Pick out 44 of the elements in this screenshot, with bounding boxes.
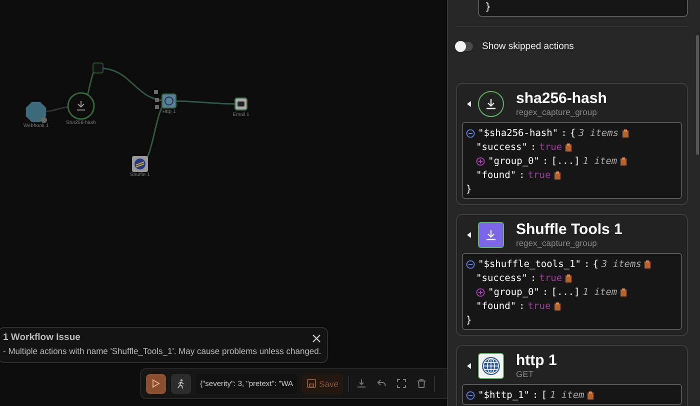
json-key: "success" [476,272,528,284]
json-colon: : [519,300,525,312]
json-value: true [528,300,551,312]
action-subtitle: GET [516,369,534,379]
action-subtitle: regex_capture_group [516,107,598,117]
json-colon: : [584,258,590,270]
issue-message: - Multiple actions with name 'Shuffle_Tools_1'. May cause problems unless changed. [3,346,322,357]
json-bracket: { [592,258,598,270]
item-count: 1 item [582,286,618,298]
item-count: 1 item [582,156,618,166]
json-value: true [528,170,551,180]
json-key: "$shuffle_tools_1" [478,258,581,270]
json-bracket: } [466,184,472,194]
json-colon: : [542,286,548,298]
json-bracket: { [570,128,576,138]
json-bracket: [...] [551,156,580,166]
toggle-label: Show skipped actions [482,41,574,52]
json-colon: : [530,142,536,152]
action-subtitle: regex_capture_group [516,238,598,248]
json-key: "found" [476,170,516,180]
json-value: true [539,142,562,152]
json-key: "found" [476,300,516,312]
action-title: Shuffle Tools 1 [516,221,622,238]
json-bracket: [...] [551,286,580,298]
json-bracket: } [466,314,472,326]
json-key: "group_0" [488,286,540,298]
json-colon: : [530,272,536,284]
json-key: "$http_1" [478,390,530,400]
json-colon: : [542,156,548,166]
json-key: "$sha256-hash" [478,128,558,138]
action-title: http 1 [516,352,557,369]
issue-title: 1 Workflow Issue [3,332,80,344]
json-key: "group_0" [488,156,540,166]
json-key: "success" [476,142,528,152]
json-bracket: } [485,2,492,13]
action-title: sha256-hash [516,90,607,107]
json-colon: : [519,170,525,180]
item-count: 1 item [550,390,584,400]
json-colon: : [561,128,567,138]
json-value: true [539,272,562,284]
item-count: 3 items [601,258,642,270]
item-count: 3 items [578,128,619,138]
json-bracket: [ [541,390,547,400]
json-colon: : [532,390,538,400]
